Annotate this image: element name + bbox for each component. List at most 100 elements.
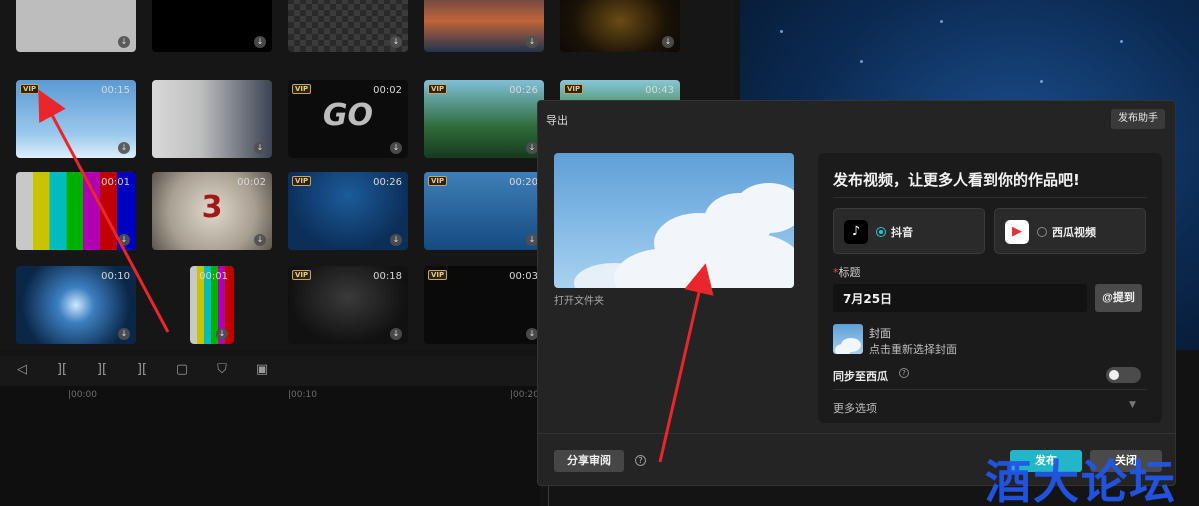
publish-assistant-button[interactable]: 发布助手 [1111,109,1165,129]
media-clip-thumbnail[interactable]: VIP 00:03 ↓ [424,266,544,344]
clip-duration: 00:02 [373,85,402,96]
media-clip-thumbnail[interactable]: VIP 00:20 ↓ [424,172,544,250]
timeline-tick: |00:00 [68,390,97,400]
vip-badge: VIP [428,84,448,94]
media-clip-thumbnail[interactable]: ↓ [560,0,680,52]
platform-label: 西瓜视频 [1052,226,1096,239]
delete-icon[interactable]: ▢ [174,362,190,378]
download-icon[interactable]: ↓ [118,328,130,340]
sparkle [1040,80,1043,83]
more-options-label[interactable]: 更多选项 [833,400,877,416]
download-icon[interactable]: ↓ [662,36,674,48]
timeline-track-area[interactable]: |00:00 |00:10 |00:20 [0,386,540,506]
media-clip-thumbnail[interactable]: 00:10 ↓ [16,266,136,344]
divider [833,389,1147,390]
vip-badge: VIP [564,84,584,94]
download-icon[interactable]: ↓ [390,234,402,246]
download-icon[interactable]: ↓ [216,328,228,340]
media-clip-thumbnail[interactable]: ↓ [424,0,544,52]
download-icon[interactable]: ↓ [254,142,266,154]
media-clip-thumbnail[interactable]: 00:02 3 ↓ [152,172,272,250]
trim-right-icon[interactable]: ][ [134,362,150,378]
sparkle [780,30,783,33]
xigua-icon: ▶ [1005,220,1029,244]
platform-option-douyin[interactable]: ♪ 抖音 [833,208,985,254]
clip-duration: 00:20 [509,177,538,188]
platform-label: 抖音 [891,226,913,239]
timeline-toolbar: ◁ ][ ][ ][ ▢ ⛉ ▣ [0,356,540,386]
cover-reselect-hint[interactable]: 点击重新选择封面 [869,341,957,357]
media-clip-thumbnail[interactable]: ↓ [288,0,408,52]
clip-duration: 00:26 [509,85,538,96]
xigua-radio[interactable] [1037,227,1047,237]
clip-duration: 00:18 [373,271,402,282]
clip-duration: 00:26 [373,177,402,188]
clip-text-overlay: GO [322,98,374,133]
vip-badge: VIP [292,84,312,94]
sync-xigua-label: 同步至西瓜 [833,370,888,383]
freeze-icon[interactable]: ▣ [254,362,270,378]
watermark: 酒大论坛 [985,455,1177,506]
clip-duration: 00:02 [237,177,266,188]
download-icon[interactable]: ↓ [390,142,402,154]
clip-duration: 00:15 [101,85,130,96]
clip-duration: 00:10 [101,271,130,282]
media-clip-thumbnail[interactable]: ↓ [152,0,272,52]
vip-badge: VIP [428,176,448,186]
title-field-label: *标题 [833,264,861,280]
cover-preview-image [554,153,794,288]
help-icon[interactable]: ? [899,368,909,378]
download-icon[interactable]: ↓ [254,234,266,246]
undo-icon[interactable]: ◁ [14,362,30,378]
platform-option-xigua[interactable]: ▶ 西瓜视频 [994,208,1146,254]
douyin-icon: ♪ [844,220,868,244]
download-icon[interactable]: ↓ [390,36,402,48]
title-input[interactable] [833,284,1087,312]
download-icon[interactable]: ↓ [526,36,538,48]
share-review-button[interactable]: 分享审阅 [554,450,624,472]
export-dialog: 导出 发布助手 打开文件夹 发布视频，让更多人看到你的作品吧! ♪ 抖音 ▶ 西… [537,100,1176,486]
download-icon[interactable]: ↓ [118,36,130,48]
media-clip-thumbnail[interactable]: 00:01 ↓ [16,172,136,250]
help-icon[interactable]: ? [635,455,646,466]
publish-card: 发布视频，让更多人看到你的作品吧! ♪ 抖音 ▶ 西瓜视频 *标题 @提到 封面… [818,153,1162,423]
divider [833,197,1147,198]
timeline-tick: |00:10 [288,390,317,400]
dialog-title: 导出 [546,114,568,127]
sparkle [1120,40,1123,43]
mention-button[interactable]: @提到 [1095,284,1142,312]
sync-xigua-toggle[interactable] [1106,367,1141,383]
douyin-radio[interactable] [876,227,886,237]
clip-duration: 00:01 [101,177,130,188]
media-clip-thumbnail[interactable]: VIP 00:26 ↓ [288,172,408,250]
download-icon[interactable]: ↓ [254,36,266,48]
timeline-tick: |00:20 [510,390,539,400]
vip-badge: VIP [292,176,312,186]
media-clip-thumbnail[interactable]: ↓ [16,0,136,52]
clip-duration: 00:03 [509,271,538,282]
download-icon[interactable]: ↓ [118,142,130,154]
download-icon[interactable]: ↓ [118,234,130,246]
trim-left-icon[interactable]: ][ [94,362,110,378]
title-label-text: 标题 [838,266,861,279]
media-clip-thumbnail[interactable]: 00:01 ↓ [190,266,234,344]
media-clip-thumbnail[interactable]: ↓ [152,80,272,158]
vip-badge: VIP [428,270,448,280]
divider [538,433,1175,434]
publish-headline: 发布视频，让更多人看到你的作品吧! [833,171,1080,189]
vip-badge: VIP [292,270,312,280]
split-icon[interactable]: ][ [54,362,70,378]
video-editor-window: ↓ ↓ ↓ ↓ ↓ VIP 00:15 ↓ ↓ VIP 00:02 GO ↓ VIP 00:26 ↓ VIP 00… [0,0,1199,506]
open-folder-link[interactable]: 打开文件夹 [554,292,604,307]
cover-label: 封面 [869,327,891,340]
media-clip-thumbnail[interactable]: VIP 00:15 ↓ [16,80,136,158]
cover-thumbnail[interactable] [833,324,863,354]
media-clip-thumbnail[interactable]: VIP 00:26 ↓ [424,80,544,158]
chevron-down-icon[interactable]: ▼ [1129,400,1136,410]
download-icon[interactable]: ↓ [390,328,402,340]
sparkle [860,60,863,63]
media-clip-thumbnail[interactable]: VIP 00:18 ↓ [288,266,408,344]
mark-icon[interactable]: ⛉ [214,362,230,378]
media-clip-thumbnail[interactable]: VIP 00:02 GO ↓ [288,80,408,158]
clip-duration: 00:43 [645,85,674,96]
